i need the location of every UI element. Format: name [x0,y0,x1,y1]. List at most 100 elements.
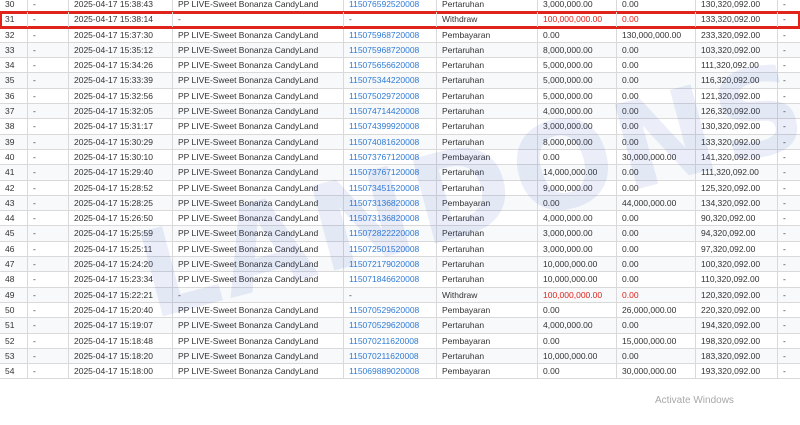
table-row: 37-2025-04-17 15:32:05 PP LIVE-Sweet Bona… [0,104,800,120]
credit-amount: 15,000,000.00 [616,333,695,348]
debit-amount: 3,000,000.00 [537,226,616,241]
reference-link[interactable]: 115075968720008 [343,42,436,58]
debit-amount: 9,000,000.00 [537,180,616,195]
row-number: 47 [5,259,15,270]
row-number: 53 [5,350,15,361]
transaction-time: 2025-04-17 15:38:14 [68,12,172,27]
transaction-type: Pertaruhan [436,119,537,134]
transaction-type: Withdraw [436,287,537,302]
balance-amount: 125,320,092.00 [695,180,777,195]
balance-amount: 130,320,092.00 [695,119,777,134]
reference-link[interactable]: 115073451520008 [343,180,436,195]
balance-amount: 193,320,092.00 [695,364,777,379]
transaction-type: Pembayaran [436,364,537,379]
row-number: 52 [5,335,15,346]
credit-amount: 0.00 [616,226,695,241]
credit-amount: 0.00 [616,58,695,73]
credit-amount: 0.00 [616,42,695,58]
transaction-time: 2025-04-17 15:22:21 [68,287,172,302]
transaction-type: Pertaruhan [436,226,537,241]
reference-link[interactable]: 115075656620008 [343,58,436,73]
balance-amount: 134,320,092.00 [695,195,777,211]
reference-link[interactable]: 115075968720008 [343,27,436,42]
transaction-time: 2025-04-17 15:32:56 [68,88,172,104]
reference-link[interactable]: 115074714420008 [343,104,436,119]
status-cell: - [27,226,68,241]
action-cell: - [777,149,800,165]
debit-amount: 4,000,000.00 [537,104,616,119]
reference-link[interactable]: 115070211620008 [343,333,436,348]
reference-link[interactable]: 115070529620008 [343,318,436,333]
transaction-type: Pertaruhan [436,257,537,272]
game-name: PP LIVE-Sweet Bonanza CandyLand [172,165,343,180]
reference-link[interactable]: 115074399920008 [343,119,436,134]
game-name: PP LIVE-Sweet Bonanza CandyLand [172,364,343,379]
transaction-type: Pembayaran [436,27,537,42]
row-number: 42 [5,182,15,193]
game-name: PP LIVE-Sweet Bonanza CandyLand [172,119,343,134]
transaction-time: 2025-04-17 15:30:29 [68,134,172,149]
status-cell: - [27,211,68,226]
action-cell: - [777,180,800,195]
transaction-time: 2025-04-17 15:30:10 [68,149,172,165]
game-name: PP LIVE-Sweet Bonanza CandyLand [172,333,343,348]
balance-amount: 116,320,092.00 [695,73,777,88]
table-row: 41-2025-04-17 15:29:40 PP LIVE-Sweet Bona… [0,165,800,181]
table-row: 42-2025-04-17 15:28:52 PP LIVE-Sweet Bona… [0,180,800,196]
debit-amount: 0.00 [537,27,616,42]
debit-amount: 8,000,000.00 [537,134,616,149]
reference-link[interactable]: 115076592520008 [343,0,436,12]
reference-link[interactable]: 115073136820008 [343,211,436,226]
reference-link[interactable]: 115073136820008 [343,195,436,211]
debit-amount: 10,000,000.00 [537,348,616,364]
table-row: 36-2025-04-17 15:32:56 PP LIVE-Sweet Bona… [0,88,800,105]
reference-link: - [343,12,436,27]
table-row: 54-2025-04-17 15:18:00 PP LIVE-Sweet Bona… [0,364,800,380]
table-row-highlighted: 31-2025-04-17 15:38:14- - Withdraw 100,000,… [0,11,800,29]
balance-amount: 111,320,092.00 [695,165,777,180]
reference-link[interactable]: 115074081620008 [343,134,436,149]
reference-link[interactable]: 115075029720008 [343,88,436,104]
transaction-type: Pertaruhan [436,272,537,287]
transaction-time: 2025-04-17 15:18:20 [68,348,172,364]
status-cell: - [27,257,68,272]
balance-amount: 133,320,092.00 [695,134,777,149]
status-cell: - [27,333,68,348]
reference-link[interactable]: 115070211620008 [343,348,436,364]
action-cell: - [777,364,800,379]
table-row: 46-2025-04-17 15:25:11 PP LIVE-Sweet Bona… [0,241,800,258]
reference-link[interactable]: 115070529620008 [343,302,436,318]
debit-amount: 0.00 [537,149,616,165]
debit-amount: 0.00 [537,195,616,211]
status-cell: - [27,364,68,379]
action-cell: - [777,318,800,333]
transaction-time: 2025-04-17 15:25:11 [68,241,172,257]
reference-link[interactable]: 115073767120008 [343,149,436,165]
reference-link[interactable]: 115072179020008 [343,257,436,272]
table-row: 39-2025-04-17 15:30:29 PP LIVE-Sweet Bona… [0,134,800,150]
status-cell: - [27,318,68,333]
balance-amount: 133,320,092.00 [695,12,777,27]
reference-link[interactable]: 115069889020008 [343,364,436,379]
row-number: 45 [5,228,15,239]
game-name: PP LIVE-Sweet Bonanza CandyLand [172,149,343,165]
table-row: 52-2025-04-17 15:18:48 PP LIVE-Sweet Bona… [0,333,800,349]
row-number: 51 [5,320,15,331]
action-cell: - [777,119,800,134]
game-name: PP LIVE-Sweet Bonanza CandyLand [172,42,343,58]
reference-link[interactable]: 115072822220008 [343,226,436,241]
debit-amount: 10,000,000.00 [537,257,616,272]
game-name: PP LIVE-Sweet Bonanza CandyLand [172,318,343,333]
status-cell: - [27,0,68,12]
debit-amount: 3,000,000.00 [537,119,616,134]
action-cell: - [777,42,800,58]
reference-link[interactable]: 115073767120008 [343,165,436,180]
row-number: 54 [5,366,15,377]
transaction-time: 2025-04-17 15:24:20 [68,257,172,272]
debit-amount: 3,000,000.00 [537,241,616,257]
reference-link[interactable]: 115071846620008 [343,272,436,287]
table-row: 50-2025-04-17 15:20:40 PP LIVE-Sweet Bona… [0,302,800,319]
reference-link[interactable]: 115075344220008 [343,73,436,88]
reference-link[interactable]: 115072501520008 [343,241,436,257]
row-number: 44 [5,213,15,224]
